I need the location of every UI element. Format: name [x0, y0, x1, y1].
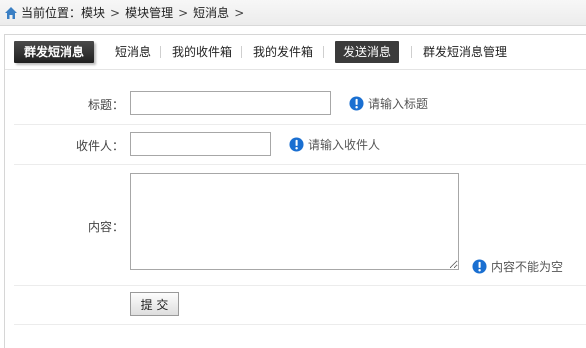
- recipient-input[interactable]: [130, 132, 271, 156]
- breadcrumb-item-messages[interactable]: 短消息: [193, 4, 229, 21]
- tab-bulk-manage[interactable]: 群发短消息管理: [423, 41, 507, 63]
- tab-divider: [411, 46, 412, 58]
- breadcrumb-separator: >: [110, 5, 121, 20]
- content-textarea[interactable]: [130, 173, 459, 270]
- form-row-submit: [14, 286, 586, 325]
- submit-button[interactable]: 提 交: [130, 292, 179, 316]
- module-title-badge: 群发短消息: [14, 41, 95, 63]
- form-row-title: 标题： 请输入标题: [14, 83, 586, 125]
- breadcrumb-item-module-manage[interactable]: 模块管理: [125, 4, 173, 21]
- recipient-hint-text: 请输入收件人: [308, 138, 381, 152]
- breadcrumb-prefix: 当前位置：: [21, 6, 82, 20]
- title-hint: 请输入标题: [349, 95, 428, 112]
- title-label: 标题：: [87, 98, 124, 112]
- tab-bar: 群发短消息 短消息 我的收件箱 我的发件箱 发送消息 群发短消息管理: [5, 35, 586, 70]
- recipient-hint: 请输入收件人: [289, 136, 380, 153]
- content-hint: 内容不能为空: [472, 258, 563, 275]
- tab-outbox[interactable]: 我的发件箱: [253, 41, 313, 63]
- title-hint-text: 请输入标题: [368, 97, 429, 111]
- info-icon: [472, 259, 487, 274]
- tab-divider: [241, 46, 242, 58]
- tab-divider: [160, 46, 161, 58]
- title-input[interactable]: [130, 91, 331, 115]
- tab-send-message[interactable]: 发送消息: [335, 41, 400, 63]
- recipient-label: 收件人：: [75, 139, 124, 153]
- breadcrumb-separator: >: [178, 5, 189, 20]
- breadcrumb: 当前位置： 模块 > 模块管理 > 短消息 >: [0, 0, 586, 26]
- tab-divider: [323, 46, 324, 58]
- content-panel: 群发短消息 短消息 我的收件箱 我的发件箱 发送消息 群发短消息管理 标题： 请…: [4, 34, 586, 348]
- home-icon[interactable]: [4, 6, 18, 20]
- info-icon: [349, 96, 364, 111]
- breadcrumb-separator: >: [234, 5, 245, 20]
- info-icon: [289, 137, 304, 152]
- content-label: 内容：: [87, 220, 124, 234]
- tab-inbox[interactable]: 我的收件箱: [172, 41, 232, 63]
- content-hint-text: 内容不能为空: [491, 260, 564, 274]
- tab-messages[interactable]: 短消息: [115, 41, 151, 63]
- breadcrumb-item-module[interactable]: 模块: [81, 4, 105, 21]
- form-row-content: 内容： 内容不能为空: [14, 165, 586, 286]
- form-row-recipient: 收件人： 请输入收件人: [14, 125, 586, 165]
